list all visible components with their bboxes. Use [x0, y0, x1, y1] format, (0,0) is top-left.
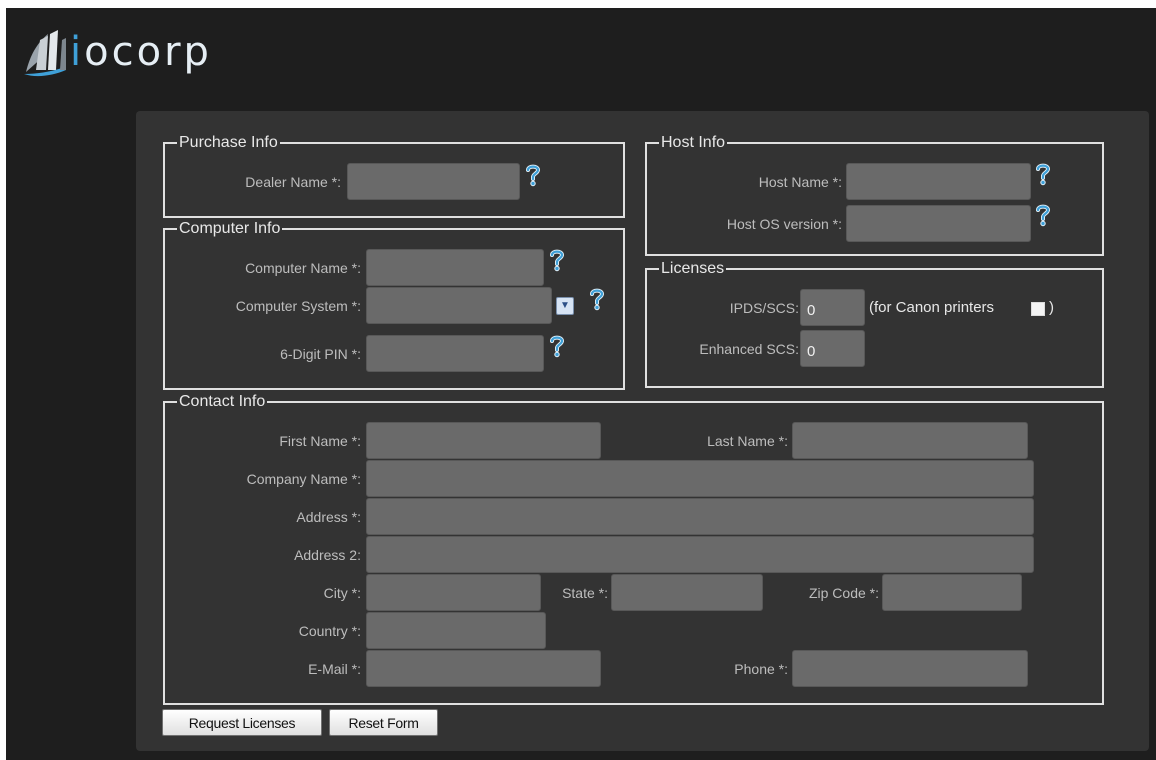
help-icon[interactable]	[1034, 203, 1052, 227]
enhanced-scs-field[interactable]	[800, 330, 865, 367]
address-label: Address *:	[296, 509, 361, 525]
license-form-panel: Purchase Info Dealer Name *: Computer In…	[136, 111, 1149, 751]
email-field[interactable]	[366, 650, 601, 687]
email-label: E-Mail *:	[308, 661, 361, 677]
chevron-down-icon[interactable]: ▼	[556, 297, 574, 315]
country-label: Country *:	[298, 623, 361, 639]
address2-label: Address 2:	[294, 547, 361, 563]
computer-system-select[interactable]	[366, 287, 552, 324]
purchase-info-legend: Purchase Info	[179, 134, 278, 151]
reset-form-button[interactable]: Reset Form	[329, 709, 438, 736]
zip-code-field[interactable]	[882, 574, 1022, 611]
enhanced-scs-label: Enhanced SCS:	[699, 341, 799, 357]
state-field[interactable]	[611, 574, 763, 611]
pin-field[interactable]	[366, 335, 544, 372]
dealer-name-field[interactable]	[347, 163, 520, 200]
dealer-name-label: Dealer Name *:	[245, 174, 341, 190]
licenses-legend: Licenses	[661, 260, 725, 277]
canon-printers-close: )	[1049, 299, 1054, 316]
canon-printers-label: (for Canon printers	[869, 299, 995, 316]
help-icon[interactable]	[548, 334, 566, 358]
state-label: State *:	[562, 585, 608, 601]
first-name-label: First Name *:	[279, 433, 361, 449]
pin-label: 6-Digit PIN *:	[280, 346, 361, 362]
first-name-field[interactable]	[366, 422, 601, 459]
host-os-field[interactable]	[846, 205, 1031, 242]
help-icon[interactable]	[548, 248, 566, 272]
help-icon[interactable]	[1034, 162, 1052, 186]
country-field[interactable]	[366, 612, 546, 649]
host-os-label: Host OS version *:	[726, 216, 842, 232]
help-icon[interactable]	[588, 287, 606, 311]
help-icon[interactable]	[524, 163, 542, 187]
phone-label: Phone *:	[734, 661, 788, 677]
computer-name-field[interactable]	[366, 249, 544, 286]
phone-field[interactable]	[792, 650, 1028, 687]
address-field[interactable]	[366, 498, 1034, 535]
contact-info-legend: Contact Info	[179, 393, 266, 410]
city-field[interactable]	[366, 574, 541, 611]
host-name-field[interactable]	[846, 163, 1031, 200]
last-name-field[interactable]	[792, 422, 1028, 459]
computer-system-label: Computer System *:	[235, 298, 361, 314]
request-licenses-button[interactable]: Request Licenses	[162, 709, 322, 736]
ipds-label: IPDS/SCS:	[729, 300, 799, 316]
logo-mark-icon	[24, 30, 66, 77]
page: iocorp Purchase Info Dealer Name *: Comp…	[6, 8, 1156, 760]
company-name-field[interactable]	[366, 460, 1034, 497]
licenses-group: Licenses	[645, 260, 1104, 388]
canon-printers-checkbox[interactable]	[1031, 302, 1045, 316]
host-name-label: Host Name *:	[758, 174, 842, 190]
logo-wordmark: iocorp	[70, 29, 212, 75]
computer-info-legend: Computer Info	[179, 220, 281, 237]
ipds-field[interactable]	[800, 289, 865, 326]
last-name-label: Last Name *:	[707, 433, 788, 449]
zip-code-label: Zip Code *:	[808, 585, 879, 601]
iocorp-logo: iocorp	[22, 26, 282, 78]
host-info-legend: Host Info	[661, 134, 726, 151]
computer-name-label: Computer Name *:	[245, 260, 361, 276]
city-label: City *:	[323, 585, 361, 601]
company-name-label: Company Name *:	[246, 471, 361, 487]
address2-field[interactable]	[366, 536, 1034, 573]
